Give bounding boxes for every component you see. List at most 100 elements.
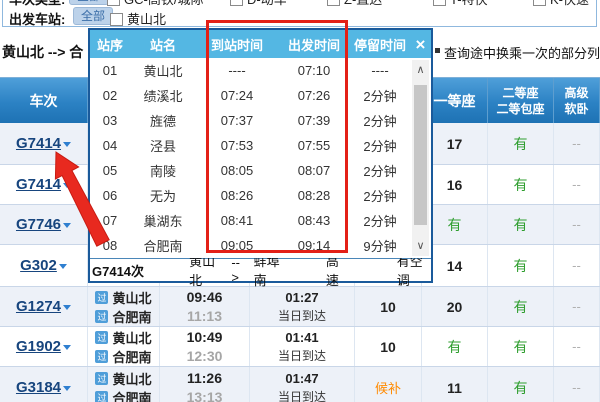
stop-seq: 02 [90, 88, 130, 103]
soft-sleeper-seats: -- [572, 136, 581, 151]
pass-station-icon: 过 [95, 331, 108, 344]
stop-seq: 03 [90, 113, 130, 128]
table-row: G1274 过黄山北 过合肥南 09:46 11:13 01:27 当日到达 1… [0, 287, 600, 327]
pass-station-icon: 过 [95, 350, 108, 363]
chevron-down-icon[interactable] [63, 183, 71, 188]
train-type-all-button[interactable]: 全部 [69, 0, 109, 5]
train-link[interactable]: G1902 [16, 338, 61, 355]
checkbox-icon[interactable] [110, 13, 123, 26]
soft-sleeper-seats: -- [572, 299, 581, 314]
soft-sleeper-seats: -- [572, 258, 581, 273]
first-class-seats: 有 [448, 215, 462, 235]
table-row: G1902 过黄山北 过合肥南 10:49 12:30 01:41 当日到达 1… [0, 327, 600, 367]
duration: 01:41 [285, 328, 318, 347]
chevron-down-icon[interactable] [63, 223, 71, 228]
soft-sleeper-seats: -- [572, 380, 581, 395]
filter-k-checkbox[interactable]: K-快速 [533, 0, 589, 8]
soft-sleeper-seats: -- [572, 217, 581, 232]
second-class-seats: 有 [514, 215, 528, 235]
stop-station: 旌德 [130, 111, 196, 130]
chevron-down-icon[interactable] [63, 142, 71, 147]
stop-duration: ---- [350, 63, 410, 78]
chevron-down-icon[interactable]: ∨ [412, 238, 429, 254]
checkbox-icon[interactable] [433, 0, 446, 6]
second-class-seats: 有 [514, 337, 528, 357]
checkbox-icon[interactable] [230, 0, 243, 6]
train-link[interactable]: G7414 [16, 176, 61, 193]
train-query-page: 车次类型: 全部 GC-高铁/城际 D-动车 Z-直达 T-特快 K-快速 出发… [0, 0, 600, 402]
transfer-query-link[interactable]: 查询途中换乘一次的部分列车 [444, 43, 600, 62]
stop-duration: 2分钟 [350, 111, 410, 130]
table-row: G3184 过黄山北 过合肥南 11:26 13:13 01:47 当日到达 候… [0, 367, 600, 402]
first-class-seats: 16 [447, 177, 463, 193]
first-class-seats: 20 [447, 299, 463, 315]
first-class-seats: 17 [447, 136, 463, 152]
filter-t-checkbox[interactable]: T-特快 [433, 0, 488, 8]
first-class-seats: 11 [447, 380, 462, 396]
scrollbar-thumb[interactable] [414, 85, 427, 225]
close-icon[interactable]: × [410, 34, 431, 55]
route-arrow: --> [231, 255, 245, 285]
soft-sleeper-seats: -- [572, 177, 581, 192]
train-link[interactable]: G7414 [16, 135, 61, 152]
arrival-note: 当日到达 [278, 307, 326, 326]
soft-sleeper-seats: -- [572, 339, 581, 354]
arrival-note: 当日到达 [278, 388, 326, 402]
stop-seq: 05 [90, 163, 130, 178]
stop-seq: 06 [90, 188, 130, 203]
stop-seq: 04 [90, 138, 130, 153]
stop-duration: 2分钟 [350, 211, 410, 230]
train-link[interactable]: G1274 [16, 298, 61, 315]
col-header-train: 车次 [0, 78, 88, 123]
departure-time: 11:26 [187, 369, 222, 388]
departure-time: 09:46 [187, 288, 223, 307]
second-class-seats: 有 [514, 256, 528, 276]
chevron-down-icon[interactable] [59, 264, 67, 269]
stop-station: 黄山北 [130, 61, 196, 80]
chevron-up-icon[interactable]: ∧ [412, 62, 429, 78]
filter-d-checkbox[interactable]: D-动车 [230, 0, 287, 8]
second-class-seats: 有 [514, 175, 528, 195]
filter-z-checkbox[interactable]: Z-直达 [327, 0, 382, 8]
stop-seq: 01 [90, 63, 130, 78]
train-link[interactable]: G302 [20, 257, 57, 274]
arrival-note: 当日到达 [278, 347, 326, 366]
train-type-label: 车次类型: [9, 0, 65, 8]
filter-huangshanbei-checkbox[interactable]: 黄山北 [110, 9, 166, 28]
col-header-soft-sleeper: 高级 软卧 [554, 78, 600, 123]
popup-train-number: G7414次 [92, 261, 171, 280]
checkbox-icon[interactable] [327, 0, 340, 6]
popup-col-stop: 停留时间 [350, 35, 410, 54]
checkbox-icon[interactable] [533, 0, 546, 6]
bullet-icon [435, 48, 440, 53]
arrival-time: 13:13 [187, 388, 223, 402]
business-class-seats: 10 [380, 339, 396, 355]
train-link[interactable]: G3184 [16, 379, 61, 396]
second-class-seats: 有 [514, 134, 528, 154]
chevron-down-icon[interactable] [63, 386, 71, 391]
chevron-down-icon[interactable] [63, 305, 71, 310]
stop-duration: 2分钟 [350, 136, 410, 155]
arrival-station: 合肥南 [112, 347, 151, 366]
chevron-down-icon[interactable] [63, 345, 71, 350]
pass-station-icon: 过 [95, 291, 108, 304]
stop-duration: 2分钟 [350, 186, 410, 205]
pass-station-icon: 过 [95, 391, 108, 402]
popup-scrollbar[interactable]: ∧ ∨ [412, 60, 429, 256]
stop-duration: 9分钟 [350, 236, 410, 255]
pass-station-icon: 过 [95, 310, 108, 323]
duration: 01:27 [285, 288, 318, 307]
train-link[interactable]: G7746 [16, 216, 61, 233]
stop-station: 南陵 [130, 161, 196, 180]
popup-col-seq: 站序 [90, 35, 130, 54]
arrival-station: 合肥南 [112, 388, 151, 402]
duration: 01:47 [285, 369, 318, 388]
arrival-time: 12:30 [187, 347, 223, 366]
depart-station-all-button[interactable]: 全部 [73, 7, 113, 25]
route-summary: 黄山北 --> 合 [2, 42, 83, 62]
checkbox-icon[interactable] [107, 0, 120, 6]
pass-station-icon: 过 [95, 372, 108, 385]
filter-gc-checkbox[interactable]: GC-高铁/城际 [107, 0, 203, 8]
first-class-seats: 14 [447, 258, 463, 274]
stop-station: 合肥南 [130, 236, 196, 255]
